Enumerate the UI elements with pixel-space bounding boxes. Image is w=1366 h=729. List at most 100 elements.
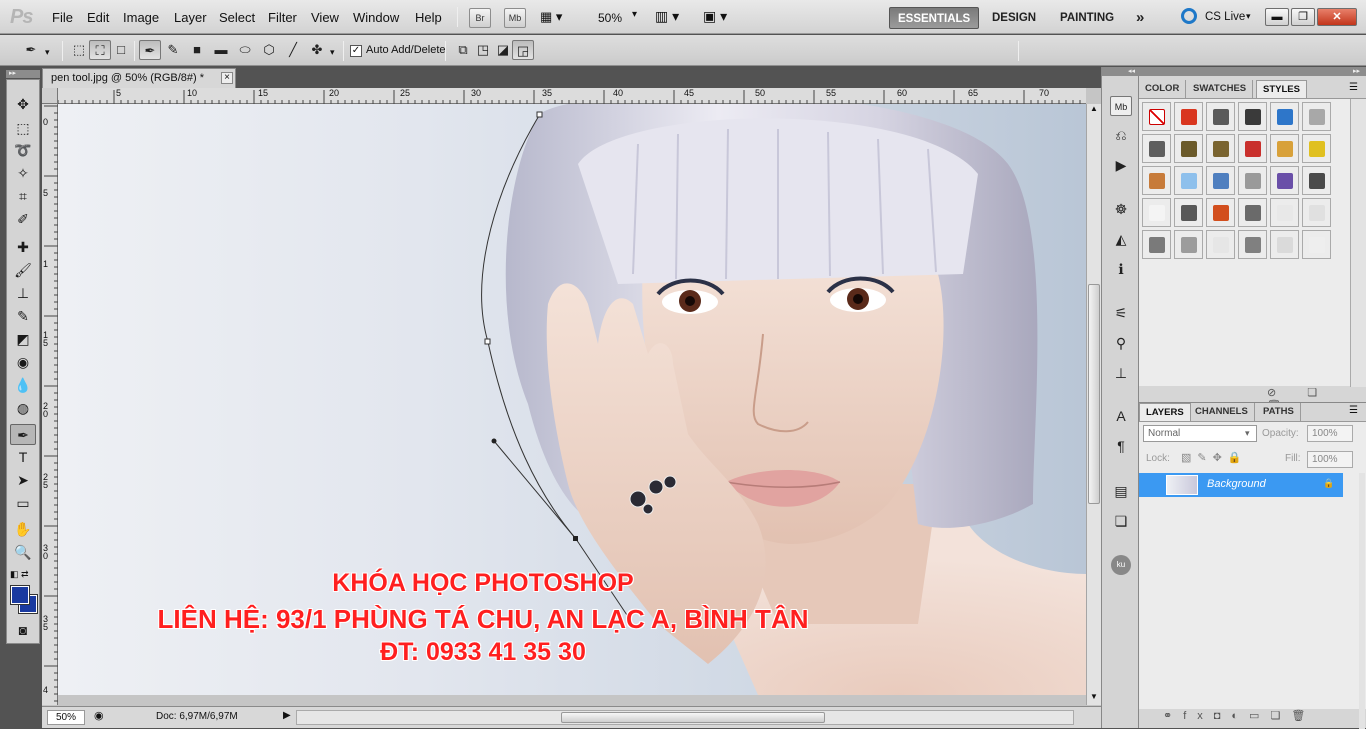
canvas[interactable]: KHÓA HỌC PHOTOSHOP LIÊN HỆ: 93/1 PHÙNG T… bbox=[58, 104, 1086, 695]
path-selection-tool-icon[interactable]: ➤ bbox=[10, 470, 36, 491]
style-swatch[interactable] bbox=[1270, 102, 1299, 131]
chevron-down-icon[interactable]: ▾ bbox=[1245, 428, 1250, 439]
mini-bridge-icon[interactable]: Mb bbox=[1110, 96, 1132, 116]
document-tab[interactable]: pen tool.jpg @ 50% (RGB/8#) * × bbox=[42, 68, 236, 88]
style-swatch[interactable] bbox=[1174, 198, 1203, 227]
blend-mode-select[interactable]: Normal bbox=[1143, 425, 1257, 442]
layers-scrollbar[interactable] bbox=[1359, 473, 1365, 729]
brush-tool-icon[interactable]: 🖌 bbox=[10, 260, 36, 281]
rectangle-shape-icon[interactable]: ■ bbox=[186, 40, 208, 60]
polygon-shape-icon[interactable]: ⬡ bbox=[258, 40, 280, 60]
auto-add-delete-checkbox[interactable]: ✓ bbox=[350, 45, 362, 57]
notes-icon[interactable]: ▤ bbox=[1110, 481, 1132, 501]
tab-paths[interactable]: PATHS bbox=[1257, 403, 1301, 421]
tab-styles[interactable]: STYLES bbox=[1256, 80, 1307, 98]
style-swatch[interactable] bbox=[1174, 230, 1203, 259]
menu-help[interactable]: Help bbox=[415, 10, 442, 25]
style-swatch[interactable] bbox=[1302, 134, 1331, 163]
pen-tool-icon[interactable]: ✒ bbox=[10, 424, 36, 445]
rounded-rectangle-icon[interactable]: ▬ bbox=[210, 40, 232, 60]
style-swatch[interactable] bbox=[1238, 134, 1267, 163]
mini-bridge-button[interactable]: Mb bbox=[504, 8, 526, 28]
menu-layer[interactable]: Layer bbox=[174, 10, 207, 25]
style-swatch[interactable] bbox=[1270, 198, 1299, 227]
bridge-button[interactable]: Br bbox=[469, 8, 491, 28]
subtract-shapes-icon[interactable]: ◳ bbox=[472, 40, 494, 60]
paragraph-icon[interactable]: ¶ bbox=[1110, 436, 1132, 456]
style-swatch[interactable] bbox=[1142, 134, 1171, 163]
status-arrow-icon[interactable]: ▶ bbox=[283, 710, 291, 721]
vertical-ruler[interactable]: 0 5 1 1 5 2 0 2 5 3 0 3 5 4 bbox=[42, 104, 58, 705]
quick-selection-tool-icon[interactable]: ✧ bbox=[10, 163, 36, 184]
style-swatch[interactable] bbox=[1142, 230, 1171, 259]
move-tool-icon[interactable]: ✥ bbox=[10, 94, 36, 115]
vertical-scrollbar[interactable]: ▲ ▼ bbox=[1086, 104, 1101, 705]
view-extras-icon[interactable]: ▦ ▾ bbox=[540, 9, 562, 25]
zoom-tool-icon[interactable]: 🔍 bbox=[10, 542, 36, 563]
paint-bucket-tool-icon[interactable]: ◉ bbox=[10, 352, 36, 373]
menu-select[interactable]: Select bbox=[219, 10, 255, 25]
style-swatch[interactable] bbox=[1302, 102, 1331, 131]
lock-icons[interactable]: ▧✎✥🔒 bbox=[1181, 451, 1248, 464]
history-brush-tool-icon[interactable]: ✎ bbox=[10, 306, 36, 327]
style-swatch[interactable] bbox=[1174, 166, 1203, 195]
info-icon[interactable]: ℹ bbox=[1110, 259, 1132, 279]
scroll-up-icon[interactable]: ▲ bbox=[1088, 104, 1100, 116]
styles-scrollbar[interactable] bbox=[1350, 99, 1366, 387]
horizontal-ruler[interactable]: 5 10 15 20 25 30 35 40 45 50 55 60 65 70 bbox=[42, 88, 1086, 104]
marquee-tool-icon[interactable]: ⬚ bbox=[10, 118, 36, 139]
style-swatch[interactable] bbox=[1206, 198, 1235, 227]
style-swatch[interactable] bbox=[1206, 166, 1235, 195]
pen-tool-preset-icon[interactable]: ✒ bbox=[20, 40, 42, 60]
foreground-color-swatch[interactable] bbox=[10, 585, 30, 605]
style-swatch[interactable] bbox=[1302, 230, 1331, 259]
scroll-thumb[interactable] bbox=[561, 712, 825, 723]
history-icon[interactable]: ⎌ bbox=[1110, 125, 1132, 145]
layer-row-background[interactable]: Background 🔒 bbox=[1139, 473, 1343, 497]
style-swatch[interactable] bbox=[1238, 166, 1267, 195]
actions-icon[interactable]: ▶ bbox=[1110, 155, 1132, 175]
brush-panel-icon[interactable]: ⚲ bbox=[1110, 333, 1132, 353]
style-swatch[interactable] bbox=[1302, 198, 1331, 227]
horizontal-scrollbar[interactable] bbox=[296, 710, 1074, 725]
clone-stamp-tool-icon[interactable]: ⊥ bbox=[10, 283, 36, 304]
style-swatch[interactable] bbox=[1174, 134, 1203, 163]
cs-live-label[interactable]: CS Live bbox=[1205, 11, 1245, 23]
layers-panel-buttons[interactable]: ⚭fx◘◐▭❏🗑 bbox=[1159, 709, 1366, 729]
tab-layers[interactable]: LAYERS bbox=[1139, 403, 1191, 421]
screen-mode-icon[interactable]: ▣ ▾ bbox=[703, 8, 727, 25]
more-workspaces-icon[interactable]: » bbox=[1128, 7, 1152, 29]
paths-mode-icon[interactable]: ⛶ bbox=[89, 40, 111, 60]
ruler-origin[interactable] bbox=[42, 88, 58, 104]
crop-tool-icon[interactable]: ⌗ bbox=[10, 186, 36, 207]
combine-shapes-icon[interactable]: ⧉ bbox=[452, 40, 474, 60]
rectangle-tool-icon[interactable]: ▭ bbox=[10, 493, 36, 514]
tools-panel-header[interactable]: ▸▸ bbox=[6, 70, 40, 78]
shape-layers-icon[interactable]: ⬚ bbox=[68, 40, 90, 60]
panel-menu-icon[interactable]: ☰ bbox=[1349, 82, 1358, 93]
close-button[interactable]: ✕ bbox=[1317, 8, 1357, 26]
clone-source-icon[interactable]: ⊥ bbox=[1110, 363, 1132, 383]
workspace-essentials[interactable]: ESSENTIALS bbox=[889, 7, 980, 29]
menu-filter[interactable]: Filter bbox=[268, 10, 297, 25]
kuler-icon[interactable]: ku bbox=[1111, 555, 1131, 575]
minimize-button[interactable]: ▬ bbox=[1265, 8, 1289, 26]
style-swatch[interactable] bbox=[1302, 166, 1331, 195]
style-swatch[interactable] bbox=[1238, 198, 1267, 227]
opacity-field[interactable]: 100% bbox=[1307, 425, 1353, 442]
style-swatch[interactable] bbox=[1270, 166, 1299, 195]
panel-header[interactable]: ▸▸ bbox=[1139, 67, 1366, 76]
style-swatch[interactable] bbox=[1238, 102, 1267, 131]
tab-swatches[interactable]: SWATCHES bbox=[1187, 80, 1254, 98]
close-tab-icon[interactable]: × bbox=[221, 72, 233, 84]
navigator-icon[interactable]: ☸ bbox=[1110, 199, 1132, 219]
dodge-tool-icon[interactable]: ◍ bbox=[10, 398, 36, 419]
collapse-dock-icon[interactable]: ◂◂ bbox=[1102, 67, 1139, 76]
scroll-down-icon[interactable]: ▼ bbox=[1088, 692, 1100, 704]
zoom-field[interactable]: 50% bbox=[47, 710, 85, 725]
menu-window[interactable]: Window bbox=[353, 10, 399, 25]
intersect-shapes-icon[interactable]: ◪ bbox=[492, 40, 514, 60]
zoom-level-dropdown[interactable]: 50% bbox=[598, 11, 622, 25]
fill-pixels-icon[interactable]: □ bbox=[110, 40, 132, 60]
ellipse-shape-icon[interactable]: ⬭ bbox=[234, 40, 256, 60]
